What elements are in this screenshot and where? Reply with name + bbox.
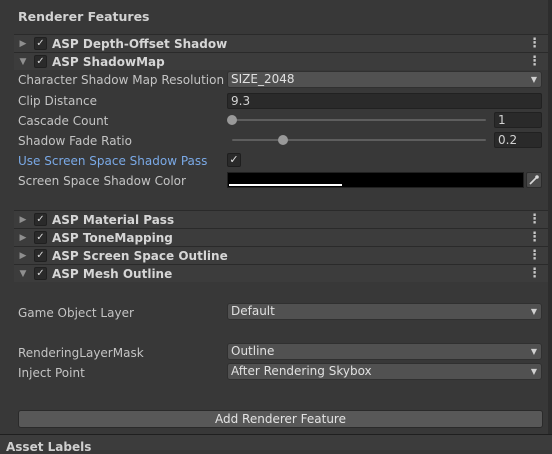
kebab-menu-icon[interactable]: ⋮ [528, 229, 541, 246]
rendering-layer-mask-label: RenderingLayerMask [18, 346, 144, 360]
shadow-color-label: Screen Space Shadow Color [18, 174, 186, 188]
resolution-label: Character Shadow Map Resolution [18, 73, 225, 87]
expanded-arrow-icon[interactable]: ▼ [16, 57, 30, 67]
expanded-arrow-icon[interactable]: ▼ [16, 269, 30, 279]
game-object-layer-dropdown[interactable]: Default ▼ [227, 303, 542, 320]
cascade-count-label: Cascade Count [18, 114, 109, 128]
rendering-layer-mask-value: Outline [231, 344, 275, 358]
kebab-menu-icon[interactable]: ⋮ [528, 247, 541, 264]
shadow-fade-label: Shadow Fade Ratio [18, 134, 132, 148]
eyedropper-icon[interactable] [526, 172, 542, 188]
feature-enabled-checkbox[interactable]: ✓ [34, 37, 47, 50]
scrollbar[interactable] [548, 0, 552, 434]
game-object-layer-label: Game Object Layer [18, 306, 134, 320]
resolution-dropdown[interactable]: SIZE_2048 ▼ [227, 71, 542, 88]
kebab-menu-icon[interactable]: ⋮ [528, 265, 541, 282]
feature-name: ASP Mesh Outline [52, 266, 173, 281]
clip-distance-field[interactable]: 9.3 [227, 93, 542, 109]
cascade-count-slider-track[interactable] [232, 119, 486, 121]
feature-header-screen-space-outline[interactable]: ▶ ✓ ASP Screen Space Outline ⋮ [14, 246, 548, 264]
screen-space-shadow-label: Use Screen Space Shadow Pass [18, 154, 208, 168]
screen-space-shadow-checkbox[interactable]: ✓ [227, 153, 241, 167]
feature-name: ASP ToneMapping [52, 230, 173, 245]
shadow-fade-slider-track[interactable] [232, 139, 486, 141]
feature-name: ASP Material Pass [52, 212, 175, 227]
color-alpha-bar [229, 184, 342, 186]
feature-name: ASP Depth-Offset Shadow [52, 36, 228, 51]
collapsed-arrow-icon[interactable]: ▶ [16, 39, 30, 49]
feature-header-depth-offset-shadow[interactable]: ▶ ✓ ASP Depth-Offset Shadow ⋮ [14, 34, 548, 52]
asset-labels-title: Asset Labels [6, 440, 92, 454]
shadow-color-swatch[interactable] [227, 172, 524, 188]
feature-header-mesh-outline[interactable]: ▼ ✓ ASP Mesh Outline ⋮ [14, 264, 548, 282]
feature-enabled-checkbox[interactable]: ✓ [34, 55, 47, 68]
cascade-count-slider-knob[interactable] [227, 115, 237, 125]
chevron-down-icon: ▼ [530, 347, 537, 356]
feature-name: ASP ShadowMap [52, 54, 165, 69]
kebab-menu-icon[interactable]: ⋮ [528, 211, 541, 228]
collapsed-arrow-icon[interactable]: ▶ [16, 233, 30, 243]
feature-header-tonemapping[interactable]: ▶ ✓ ASP ToneMapping ⋮ [14, 228, 548, 246]
resolution-value: SIZE_2048 [231, 72, 295, 86]
cascade-count-field[interactable]: 1 [494, 112, 542, 128]
collapsed-arrow-icon[interactable]: ▶ [16, 251, 30, 261]
inject-point-label: Inject Point [18, 366, 85, 380]
chevron-down-icon: ▼ [530, 75, 537, 84]
shadow-fade-field[interactable]: 0.2 [494, 132, 542, 148]
feature-enabled-checkbox[interactable]: ✓ [34, 267, 47, 280]
feature-header-shadowmap[interactable]: ▼ ✓ ASP ShadowMap ⋮ [14, 52, 548, 70]
feature-enabled-checkbox[interactable]: ✓ [34, 231, 47, 244]
shadow-fade-slider-knob[interactable] [277, 135, 288, 145]
feature-name: ASP Screen Space Outline [52, 248, 228, 263]
feature-enabled-checkbox[interactable]: ✓ [34, 213, 47, 226]
game-object-layer-value: Default [231, 304, 275, 318]
feature-enabled-checkbox[interactable]: ✓ [34, 249, 47, 262]
clip-distance-label: Clip Distance [18, 94, 97, 108]
inject-point-value: After Rendering Skybox [231, 364, 372, 378]
kebab-menu-icon[interactable]: ⋮ [528, 53, 541, 70]
chevron-down-icon: ▼ [530, 307, 537, 316]
chevron-down-icon: ▼ [530, 367, 537, 376]
kebab-menu-icon[interactable]: ⋮ [528, 35, 541, 52]
renderer-features-title: Renderer Features [18, 9, 150, 24]
collapsed-arrow-icon[interactable]: ▶ [16, 215, 30, 225]
inject-point-dropdown[interactable]: After Rendering Skybox ▼ [227, 363, 542, 380]
feature-header-material-pass[interactable]: ▶ ✓ ASP Material Pass ⋮ [14, 210, 548, 228]
rendering-layer-mask-dropdown[interactable]: Outline ▼ [227, 343, 542, 360]
add-renderer-feature-button[interactable]: Add Renderer Feature [18, 410, 543, 428]
